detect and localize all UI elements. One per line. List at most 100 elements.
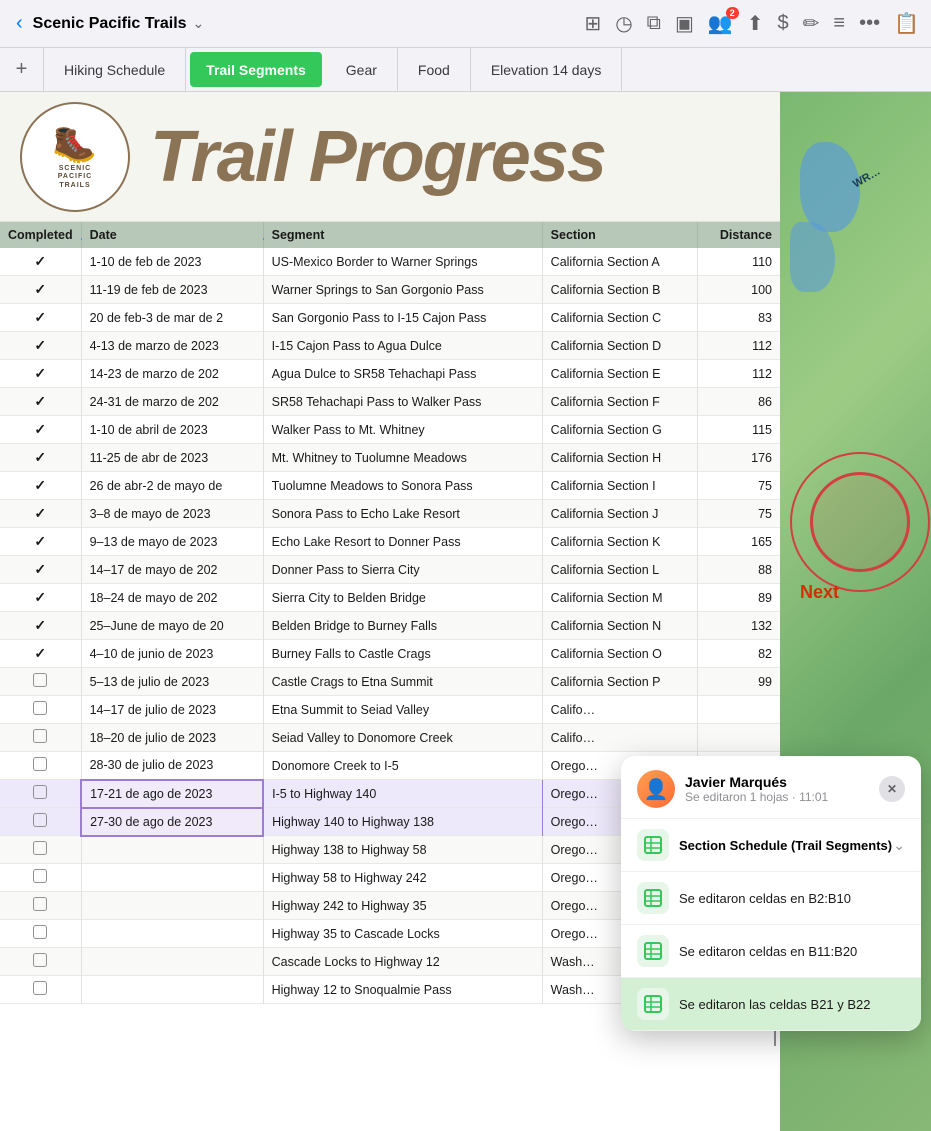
completed-cell[interactable] [0,836,81,864]
completed-cell[interactable]: ✓ [0,612,81,640]
ellipsis-icon[interactable]: ••• [859,12,880,35]
table-row[interactable]: 14–17 de julio de 2023Etna Summit to Sei… [0,696,780,724]
completed-cell[interactable] [0,696,81,724]
copy-icon[interactable]: ⧉ [647,12,661,35]
title-chevron-icon[interactable]: ⌄ [193,15,205,32]
distance-cell: 112 [697,360,780,388]
empty-checkbox[interactable] [33,813,47,827]
tab-elevation[interactable]: Elevation 14 days [471,48,623,91]
tab-food[interactable]: Food [398,48,471,91]
table-row[interactable]: ✓26 de abr-2 de mayo deTuolumne Meadows … [0,472,780,500]
table-icon-item1 [637,882,669,914]
photo-icon[interactable]: ▣ [675,11,694,36]
table-row[interactable]: 18–20 de julio de 2023Seiad Valley to Do… [0,724,780,752]
completed-cell[interactable]: ✓ [0,472,81,500]
completed-cell[interactable] [0,948,81,976]
logo-content: 🥾 SCENICPACIFICTRAILS [52,123,98,190]
checkmark-icon: ✓ [34,589,46,605]
section-cell: California Section N [542,612,697,640]
share-icon[interactable]: ⬆ [747,11,764,36]
date-cell: 4–10 de junio de 2023 [81,640,263,668]
tab-trail-segments[interactable]: Trail Segments [190,52,322,87]
completed-cell[interactable]: ✓ [0,500,81,528]
completed-cell[interactable]: ✓ [0,276,81,304]
empty-checkbox[interactable] [33,701,47,715]
distance-cell: 110 [697,248,780,276]
tab-hiking-schedule[interactable]: Hiking Schedule [44,48,186,91]
completed-cell[interactable]: ✓ [0,388,81,416]
table-row[interactable]: ✓11-25 de abr de 2023Mt. Whitney to Tuol… [0,444,780,472]
section-cell: California Section D [542,332,697,360]
completed-cell[interactable] [0,668,81,696]
table-row[interactable]: ✓20 de feb-3 de mar de 2San Gorgonio Pas… [0,304,780,332]
doc-icon[interactable]: 📋 [894,11,919,36]
empty-checkbox[interactable] [33,785,47,799]
table-row[interactable]: 5–13 de julio de 2023Castle Crags to Etn… [0,668,780,696]
completed-cell[interactable]: ✓ [0,332,81,360]
dollar-icon[interactable]: $ [778,12,789,35]
segment-cell: SR58 Tehachapi Pass to Walker Pass [263,388,542,416]
table-row[interactable]: ✓3–8 de mayo de 2023Sonora Pass to Echo … [0,500,780,528]
section-cell: California Section K [542,528,697,556]
table-row[interactable]: ✓14–17 de mayo de 202Donner Pass to Sier… [0,556,780,584]
table-row[interactable]: ✓18–24 de mayo de 202Sierra City to Beld… [0,584,780,612]
table-row[interactable]: ✓25–June de mayo de 20Belden Bridge to B… [0,612,780,640]
completed-cell[interactable]: ✓ [0,416,81,444]
empty-checkbox[interactable] [33,757,47,771]
completed-cell[interactable]: ✓ [0,640,81,668]
empty-checkbox[interactable] [33,925,47,939]
distance-cell: 75 [697,500,780,528]
completed-cell[interactable]: ✓ [0,556,81,584]
empty-checkbox[interactable] [33,953,47,967]
close-popup-button[interactable]: ✕ [879,776,905,802]
table-row[interactable]: ✓9–13 de mayo de 2023Echo Lake Resort to… [0,528,780,556]
date-cell [81,948,263,976]
completed-cell[interactable]: ✓ [0,248,81,276]
checkmark-icon: ✓ [34,421,46,437]
distance-cell: 86 [697,388,780,416]
empty-checkbox[interactable] [33,841,47,855]
completed-cell[interactable] [0,808,81,836]
completed-cell[interactable]: ✓ [0,360,81,388]
completed-cell[interactable]: ✓ [0,444,81,472]
map-water-body-1 [800,142,860,232]
checkmark-icon: ✓ [34,505,46,521]
completed-cell[interactable]: ✓ [0,584,81,612]
pencil-icon[interactable]: ✏ [803,11,820,36]
table-row[interactable]: ✓1-10 de feb de 2023US-Mexico Border to … [0,248,780,276]
completed-cell[interactable] [0,752,81,780]
logo-text: SCENICPACIFICTRAILS [52,165,98,190]
table-row[interactable]: ✓11-19 de feb de 2023Warner Springs to S… [0,276,780,304]
segment-cell: Agua Dulce to SR58 Tehachapi Pass [263,360,542,388]
date-cell [81,976,263,1004]
table-row[interactable]: ✓24-31 de marzo de 202SR58 Tehachapi Pas… [0,388,780,416]
distance-cell: 89 [697,584,780,612]
popup-section-title[interactable]: Section Schedule (Trail Segments) ⌄ [621,819,921,872]
empty-checkbox[interactable] [33,729,47,743]
grid-icon[interactable]: ⊞ [584,11,601,36]
table-row[interactable]: ✓14-23 de marzo de 202Agua Dulce to SR58… [0,360,780,388]
completed-cell[interactable] [0,976,81,1004]
completed-cell[interactable] [0,892,81,920]
completed-cell[interactable]: ✓ [0,528,81,556]
table-row[interactable]: ✓4-13 de marzo de 2023I-15 Cajon Pass to… [0,332,780,360]
comment-popup: 👤 Javier Marqués Se editaron 1 hojas · 1… [621,756,921,1031]
completed-cell[interactable] [0,780,81,808]
table-row[interactable]: ✓4–10 de junio de 2023Burney Falls to Ca… [0,640,780,668]
completed-cell[interactable] [0,920,81,948]
empty-checkbox[interactable] [33,673,47,687]
back-button[interactable]: ‹ [12,8,27,39]
lines-icon[interactable]: ≡ [833,12,845,35]
empty-checkbox[interactable] [33,981,47,995]
tab-gear[interactable]: Gear [326,48,398,91]
completed-cell[interactable] [0,864,81,892]
completed-cell[interactable] [0,724,81,752]
empty-checkbox[interactable] [33,897,47,911]
empty-checkbox[interactable] [33,869,47,883]
add-tab-button[interactable]: + [0,48,44,91]
collaboration-icon[interactable]: 👥 [708,11,733,36]
clock-icon[interactable]: ◷ [615,11,632,36]
section-cell: California Section F [542,388,697,416]
completed-cell[interactable]: ✓ [0,304,81,332]
table-row[interactable]: ✓1-10 de abril de 2023Walker Pass to Mt.… [0,416,780,444]
